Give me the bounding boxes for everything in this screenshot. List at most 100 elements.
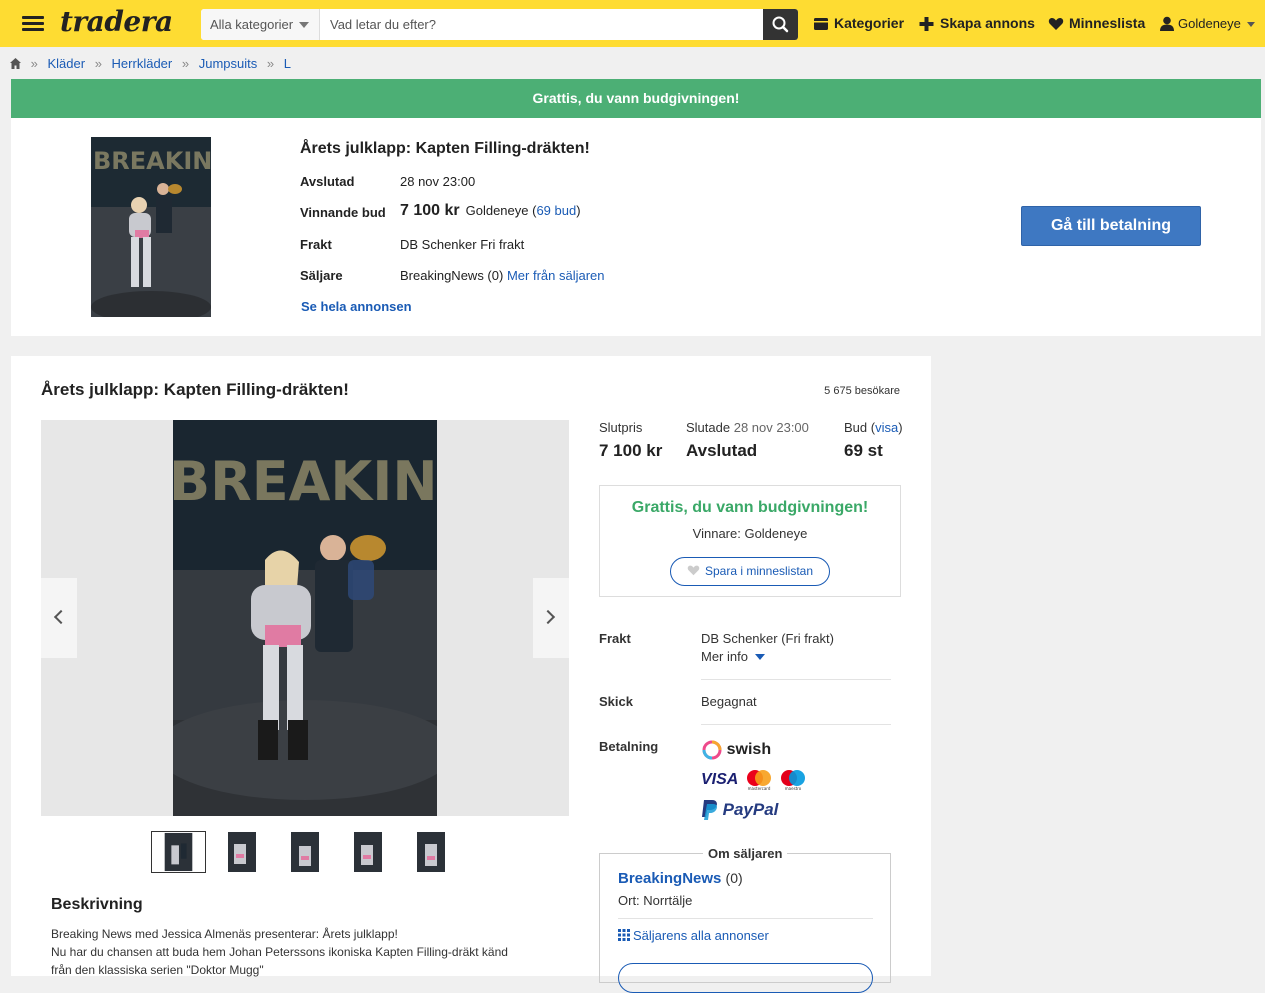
visa-logo: VISA: [701, 771, 739, 788]
chevron-right-icon: [540, 609, 556, 625]
heart-icon: [687, 565, 700, 576]
detail-betalning: Betalning swish VISA mastercard maestro …: [599, 739, 891, 829]
breadcrumb-item-klader[interactable]: Kläder: [47, 56, 85, 71]
more-info-link[interactable]: Mer info: [701, 649, 765, 664]
seller-all-ads-link[interactable]: Säljarens alla annonser: [618, 928, 769, 943]
detail-frakt-label: Frakt: [599, 631, 631, 646]
seller-location: Ort: Norrtälje: [618, 893, 693, 908]
heart-icon: [1048, 17, 1064, 30]
win-banner: Grattis, du vann budgivningen!: [11, 79, 1261, 118]
see-full-listing-link[interactable]: Se hela annonsen: [301, 299, 412, 314]
home-icon[interactable]: [10, 58, 21, 69]
frakt-value: DB Schenker Fri frakt: [400, 237, 525, 252]
card-logos: VISA mastercard maestro: [701, 769, 808, 799]
description-line: Nu har du chansen att buda hem Johan Pet…: [51, 945, 508, 959]
swish-logo: swish: [701, 739, 808, 763]
bid-count-link[interactable]: 69 bud: [536, 203, 576, 218]
nav-minneslista-label: Minneslista: [1069, 15, 1146, 31]
category-box-icon: [814, 18, 828, 30]
nav-kategorier[interactable]: Kategorier: [814, 15, 904, 35]
more-info-label: Mer info: [701, 649, 748, 664]
listing-title: Årets julklapp: Kapten Filling-dräkten!: [41, 380, 349, 399]
payment-logos: swish VISA mastercard maestro PayPal: [701, 739, 808, 825]
gallery-thumbnail[interactable]: [291, 832, 319, 872]
show-bids-link[interactable]: visa: [875, 420, 898, 435]
seller-divider: [618, 918, 873, 919]
breadcrumb-separator: »: [266, 56, 275, 71]
nav-skapa-annons[interactable]: Skapa annons: [919, 15, 1035, 35]
breadcrumb-separator: »: [181, 56, 190, 71]
win-item-title[interactable]: Årets julklapp: Kapten Filling-dräkten!: [300, 140, 590, 158]
breadcrumb-separator: »: [94, 56, 102, 71]
item-thumbnail[interactable]: BREAKING: [91, 137, 211, 317]
menu-icon[interactable]: [22, 16, 44, 32]
detail-betalning-label: Betalning: [599, 739, 659, 754]
search-input[interactable]: [321, 9, 763, 40]
avslutad-label: Avslutad: [300, 174, 355, 189]
bud-value: 69 st: [844, 441, 883, 460]
seller-box-legend: Om säljaren: [703, 846, 788, 861]
description-line: från den klassiska serien "Doktor Mugg": [51, 963, 264, 977]
stat-bud: Bud (visa) 69 st: [844, 420, 903, 460]
gallery-prev-button[interactable]: [41, 578, 77, 658]
save-button-label: Spara i minneslistan: [704, 564, 814, 578]
main-image[interactable]: BREAKING: [173, 420, 437, 816]
breadcrumb-separator: »: [30, 56, 38, 71]
tradera-logo[interactable]: tradera: [60, 5, 173, 38]
top-header: tradera Alla kategorier Kategorier Skapa…: [0, 0, 1265, 47]
bid-value: 7 100 kr Goldeneye (69 bud): [400, 202, 581, 219]
nav-kategorier-label: Kategorier: [834, 15, 905, 31]
gallery-thumbnail[interactable]: [228, 832, 256, 872]
detail-frakt: Frakt DB Schenker (Fri frakt) Mer info: [599, 631, 891, 671]
description-text: Breaking News med Jessica Almenäs presen…: [51, 925, 561, 979]
win-summary-panel: BREAKING Årets julklapp: Kapten Filling-…: [11, 118, 1261, 336]
breadcrumb-item-l[interactable]: L: [284, 56, 291, 71]
gallery-thumbnail[interactable]: [354, 832, 382, 872]
swish-icon: [702, 740, 722, 760]
grid-icon: [618, 929, 630, 941]
paypal-icon: [702, 800, 717, 820]
bid-price: 7 100 kr: [400, 202, 460, 219]
go-to-payment-button[interactable]: Gå till betalning: [1021, 206, 1201, 246]
search-button[interactable]: [763, 9, 798, 40]
breadcrumb-item-jumpsuits[interactable]: Jumpsuits: [199, 56, 258, 71]
swish-label: swish: [726, 741, 772, 758]
seller-all-ads-label: Säljarens alla annonser: [633, 928, 769, 943]
description-heading: Beskrivning: [51, 896, 143, 913]
nav-user-menu[interactable]: Goldeneye: [1160, 16, 1255, 36]
bid-user: Goldeneye: [465, 203, 529, 218]
search-bar: Alla kategorier: [201, 9, 798, 40]
detail-divider: [701, 724, 891, 725]
plus-icon: [919, 17, 934, 31]
seller-box: Om säljaren BreakingNews (0) Ort: Norrtä…: [599, 846, 891, 993]
slutade-label: Slutade: [686, 420, 731, 435]
gallery-thumbnail[interactable]: [151, 831, 206, 873]
detail-divider: [701, 679, 891, 680]
category-select[interactable]: Alla kategorier: [201, 9, 320, 40]
won-box: Grattis, du vann budgivningen! Vinnare: …: [599, 485, 901, 597]
seller-label: Säljare: [300, 268, 343, 283]
gallery-thumbnail[interactable]: [417, 832, 445, 872]
svg-text:maestro: maestro: [784, 786, 801, 791]
detail-skick-value: Begagnat: [701, 694, 757, 709]
caret-down-icon: [1246, 22, 1255, 27]
stat-slutpris: Slutpris 7 100 kr: [599, 420, 662, 461]
breadcrumb: » Kläder » Herrkläder » Jumpsuits » L: [10, 56, 291, 72]
save-to-watchlist-button[interactable]: Spara i minneslistan: [670, 557, 830, 586]
more-from-seller-link[interactable]: Mer från säljaren: [507, 268, 605, 283]
search-icon: [772, 16, 789, 33]
svg-text:BREAKING: BREAKING: [93, 147, 211, 175]
slutpris-label: Slutpris: [599, 420, 643, 435]
gallery-next-button[interactable]: [533, 578, 569, 658]
seller-value-wrap: BreakingNews (0) Mer från säljaren: [400, 268, 605, 283]
seller-name-link[interactable]: BreakingNews: [618, 870, 721, 887]
seller-name-row: BreakingNews (0): [618, 870, 743, 887]
won-heading: Grattis, du vann budgivningen!: [631, 499, 869, 516]
description-line: Breaking News med Jessica Almenäs presen…: [51, 927, 398, 941]
auction-stats: Slutpris 7 100 kr Slutade 28 nov 23:00 A…: [599, 420, 919, 470]
paypal-logo: PayPal: [701, 799, 808, 825]
nav-minneslista[interactable]: Minneslista: [1048, 15, 1145, 35]
breadcrumb-item-herrklader[interactable]: Herrkläder: [112, 56, 173, 71]
gallery-thumbnails: [151, 831, 451, 874]
detail-frakt-value: DB Schenker (Fri frakt): [701, 631, 834, 646]
